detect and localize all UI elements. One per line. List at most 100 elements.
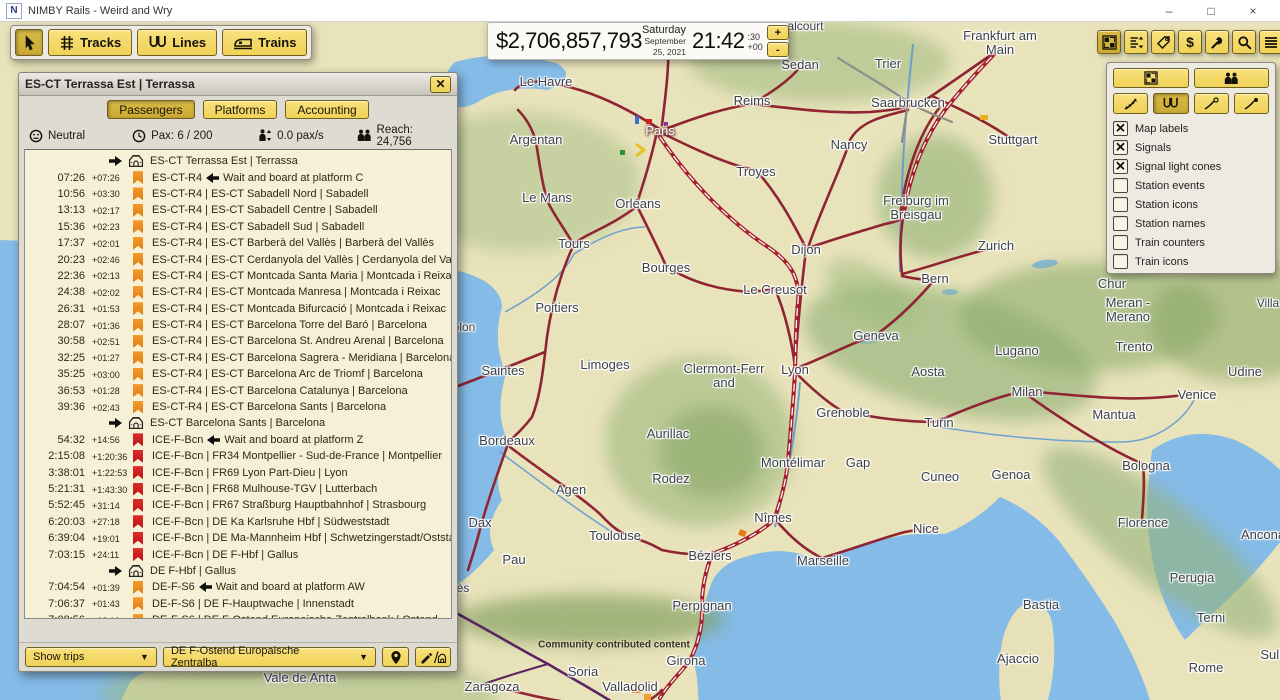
schedule-stop-row[interactable]: 28:07+01:36ES-CT-R4 | ES-CT Barcelona To… <box>25 317 451 333</box>
map-option-label: Train counters <box>1135 237 1205 249</box>
schedule-station-row[interactable]: ES-CT Barcelona Sants | Barcelona <box>25 415 451 431</box>
schedule-stop-row[interactable]: 7:08:56+02:19DE-F-S6 | DE F-Ostend Europ… <box>25 612 451 619</box>
map-overlays-button[interactable] <box>1097 30 1121 54</box>
lines-button[interactable]: Lines <box>137 29 217 56</box>
map-option-station-events[interactable]: Station events <box>1113 176 1269 195</box>
schedule-stop-row[interactable]: 26:31+01:53ES-CT-R4 | ES-CT Montcada Bif… <box>25 301 451 317</box>
map-option-map-labels[interactable]: ✕Map labels <box>1113 119 1269 138</box>
schedule-stop-row[interactable]: 5:21:31+1:43:30ICE-F-Bcn | FR68 Mulhouse… <box>25 481 451 497</box>
schedule-stop-row[interactable]: 54:32+14:56ICE-F-BcnWait and board at pl… <box>25 432 451 448</box>
locate-station-button[interactable] <box>382 647 409 667</box>
schedule-stop-row[interactable]: 30:58+02:51ES-CT-R4 | ES-CT Barcelona St… <box>25 333 451 349</box>
schedule-station-row[interactable]: DE F-Hbf | Gallus <box>25 563 451 579</box>
map-option-signal-light-cones[interactable]: ✕Signal light cones <box>1113 157 1269 176</box>
schedule-stop-row[interactable]: 17:37+02:01ES-CT-R4 | ES-CT Barberà del … <box>25 235 451 251</box>
tracks-button[interactable]: Tracks <box>48 29 132 56</box>
edit-station-button[interactable] <box>415 647 451 667</box>
schedule-stop-row[interactable]: 6:20:03+27:18ICE-F-Bcn | DE Ka Karlsruhe… <box>25 514 451 530</box>
schedule-stop-row[interactable]: 15:36+02:23ES-CT-R4 | ES-CT Sabadell Sud… <box>25 219 451 235</box>
tracks-view-button[interactable] <box>1113 93 1148 114</box>
close-window-button[interactable]: × <box>1232 4 1274 18</box>
schedule-stop-row[interactable]: 36:53+01:28ES-CT-R4 | ES-CT Barcelona Ca… <box>25 382 451 398</box>
line-ribbon-badge <box>133 433 143 446</box>
schedule-stop-row[interactable]: 22:36+02:13ES-CT-R4 | ES-CT Montcada San… <box>25 268 451 284</box>
tools-button[interactable] <box>1205 30 1229 54</box>
pointer-icon <box>22 35 37 51</box>
station-tabs: Passengers Platforms Accounting <box>19 96 457 123</box>
station-window-titlebar[interactable]: ES-CT Terrassa Est | Terrassa ✕ <box>19 73 457 96</box>
map-city-label: Troyes <box>736 165 775 179</box>
tab-accounting[interactable]: Accounting <box>285 100 368 119</box>
speed-increase-button[interactable]: + <box>767 25 789 40</box>
lines-view-button[interactable] <box>1153 93 1188 114</box>
tag-button[interactable] <box>1151 30 1175 54</box>
schedule-stop-row[interactable]: 3:38:01+1:22:53ICE-F-Bcn | FR69 Lyon Par… <box>25 464 451 480</box>
trip-filter-dropdown[interactable]: Show trips ▼ <box>25 647 157 667</box>
schedule-stop-row[interactable]: 6:39:04+19:01ICE-F-Bcn | DE Ma-Mannheim … <box>25 530 451 546</box>
schedule-stop-row[interactable]: 24:38+02:02ES-CT-R4 | ES-CT Montcada Man… <box>25 284 451 300</box>
map-option-station-names[interactable]: Station names <box>1113 214 1269 233</box>
search-button[interactable] <box>1232 30 1256 54</box>
signal-cones-view-button[interactable] <box>1234 93 1269 114</box>
checkbox[interactable]: ✕ <box>1113 159 1128 174</box>
mood-label: Neutral <box>48 130 85 142</box>
checkbox-check-icon: ✕ <box>1115 139 1126 155</box>
checkbox[interactable]: ✕ <box>1113 121 1128 136</box>
schedule-stop-row[interactable]: 7:06:37+01:43DE-F-S6 | DE F-Hauptwache |… <box>25 596 451 612</box>
station-window-close-button[interactable]: ✕ <box>430 76 451 93</box>
tab-passengers[interactable]: Passengers <box>107 100 194 119</box>
schedule-stop-row[interactable]: 7:03:15+24:11ICE-F-Bcn | DE F-Hbf | Gall… <box>25 546 451 562</box>
menu-icon <box>1264 36 1278 49</box>
schedule-stop-row[interactable]: 7:04:54+01:39DE-F-S6Wait and board at pl… <box>25 579 451 595</box>
passengers-mode-button[interactable] <box>1194 68 1270 88</box>
schedule-stop-row[interactable]: 07:26+07:26ES-CT-R4Wait and board at pla… <box>25 169 451 185</box>
schedule-stop-row[interactable]: 32:25+01:27ES-CT-R4 | ES-CT Barcelona Sa… <box>25 350 451 366</box>
map-city-label: Cuneo <box>921 470 959 484</box>
select-tool-button[interactable] <box>15 29 43 56</box>
schedule-stop-row[interactable]: 13:13+02:17ES-CT-R4 | ES-CT Sabadell Cen… <box>25 202 451 218</box>
map-city-label: Bordeaux <box>479 434 535 448</box>
map-city-label: Limoges <box>580 358 629 372</box>
schedule-stop-row[interactable]: 39:36+02:43ES-CT-R4 | ES-CT Barcelona Sa… <box>25 399 451 415</box>
speed-decrease-button[interactable]: - <box>767 42 789 57</box>
map-option-signals[interactable]: ✕Signals <box>1113 138 1269 157</box>
schedule-stop-row[interactable]: 5:52:45+31:14ICE-F-Bcn | FR67 Straßburg … <box>25 497 451 513</box>
map-option-train-counters[interactable]: Train counters <box>1113 233 1269 252</box>
tab-platforms[interactable]: Platforms <box>203 100 278 119</box>
tracks-view-icon <box>1123 97 1139 111</box>
schedule-stop-row[interactable]: 20:23+02:46ES-CT-R4 | ES-CT Cerdanyola d… <box>25 251 451 267</box>
menu-button[interactable] <box>1259 30 1280 54</box>
map-city-label: Trier <box>875 57 901 71</box>
signals-view-button[interactable] <box>1194 93 1229 114</box>
station-schedule-list[interactable]: ES-CT Terrassa Est | Terrassa07:26+07:26… <box>24 149 452 619</box>
schedule-station-row[interactable]: ES-CT Terrassa Est | Terrassa <box>25 153 451 169</box>
map-city-label: Meran -Merano <box>1106 296 1151 324</box>
search-icon <box>1237 35 1252 50</box>
checkbox[interactable]: ✕ <box>1113 140 1128 155</box>
map-option-train-icons[interactable]: Train icons <box>1113 252 1269 271</box>
line-list-button[interactable] <box>1124 30 1148 54</box>
schedule-stop-row[interactable]: 10:56+03:30ES-CT-R4 | ES-CT Sabadell Nor… <box>25 186 451 202</box>
station-building-icon <box>128 154 144 168</box>
map-city-label: Perpignan <box>672 599 731 613</box>
minimize-button[interactable]: – <box>1148 4 1190 18</box>
checkbox[interactable] <box>1113 178 1128 193</box>
map-option-station-icons[interactable]: Station icons <box>1113 195 1269 214</box>
schedule-stop-row[interactable]: 2:15:08+1:20:36ICE-F-Bcn | FR34 Montpell… <box>25 448 451 464</box>
tag-icon <box>1156 35 1171 50</box>
map-city-label: Nancy <box>831 138 868 152</box>
window-title: NIMBY Rails - Weird and Wry <box>28 5 172 17</box>
line-ribbon-badge <box>133 483 143 496</box>
station-select-dropdown[interactable]: DE F-Ostend Europaische Zentralba ▼ <box>163 647 376 667</box>
trains-button[interactable]: Trains <box>222 29 307 56</box>
checkbox[interactable] <box>1113 216 1128 231</box>
map-mode-button[interactable] <box>1113 68 1189 88</box>
trains-button-label: Trains <box>258 35 296 50</box>
checkbox[interactable] <box>1113 197 1128 212</box>
checkbox[interactable] <box>1113 254 1128 269</box>
schedule-stop-row[interactable]: 35:25+03:00ES-CT-R4 | ES-CT Barcelona Ar… <box>25 366 451 382</box>
date-label: September 25, 2021 <box>642 36 686 58</box>
maximize-button[interactable]: □ <box>1190 4 1232 18</box>
checkbox[interactable] <box>1113 235 1128 250</box>
finances-button[interactable]: $ <box>1178 30 1202 54</box>
